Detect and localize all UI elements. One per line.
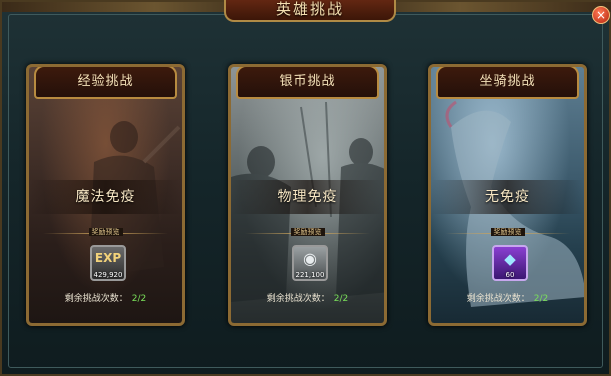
card-title-plate: 坐骑挑战 xyxy=(436,67,579,99)
exp-challenge-card[interactable]: 经验挑战 魔法免疫 奖励预览 EXP 429,920 剩余挑战次数： 2/2 xyxy=(26,64,185,326)
reward-count: 221,100 xyxy=(295,271,325,279)
remaining-value: 2/2 xyxy=(333,294,349,304)
reward-preview-label: 奖励预览 xyxy=(431,227,584,237)
reward-count: 429,920 xyxy=(93,271,123,279)
remaining-label: 剩余挑战次数： xyxy=(266,294,330,304)
remaining-value: 2/2 xyxy=(533,294,549,304)
close-button[interactable]: × xyxy=(592,6,610,24)
remaining-attempts: 剩余挑战次数： 2/2 xyxy=(431,291,584,304)
exp-reward-slot[interactable]: EXP 429,920 xyxy=(90,245,126,281)
card-title-plate: 经验挑战 xyxy=(34,67,177,99)
remaining-attempts: 剩余挑战次数： 2/2 xyxy=(29,291,182,304)
remaining-label: 剩余挑战次数： xyxy=(466,294,530,304)
card-title: 经验挑战 xyxy=(77,74,134,89)
mount-reward-slot[interactable]: ◆ 60 xyxy=(492,245,528,281)
immunity-text: 物理免疫 xyxy=(231,180,384,214)
reward-count: 60 xyxy=(505,271,515,279)
window-title: 英雄挑战 xyxy=(224,0,396,22)
remaining-label: 剩余挑战次数： xyxy=(64,294,128,304)
remaining-value: 2/2 xyxy=(131,294,147,304)
reward-preview-label: 奖励预览 xyxy=(29,227,182,237)
exp-icon: EXP xyxy=(94,251,122,265)
card-title: 坐骑挑战 xyxy=(479,74,536,89)
silver-reward-slot[interactable]: ◉ 221,100 xyxy=(292,245,328,281)
reward-preview-label: 奖励预览 xyxy=(231,227,384,237)
card-title: 银币挑战 xyxy=(279,74,336,89)
mount-crystal-icon: ◆ xyxy=(504,250,516,268)
immunity-text: 无免疫 xyxy=(431,180,584,214)
immunity-text: 魔法免疫 xyxy=(29,180,182,214)
silver-challenge-card[interactable]: 银币挑战 物理免疫 奖励预览 ◉ 221,100 剩余挑战次数： 2/2 xyxy=(228,64,387,326)
remaining-attempts: 剩余挑战次数： 2/2 xyxy=(231,291,384,304)
mount-challenge-card[interactable]: 坐骑挑战 无免疫 奖励预览 ◆ 60 剩余挑战次数： 2/2 xyxy=(428,64,587,326)
card-title-plate: 银币挑战 xyxy=(236,67,379,99)
silver-coin-icon: ◉ xyxy=(303,249,317,268)
hero-challenge-window: 英雄挑战 × 经验挑战 魔法免疫 奖励预览 EXP 429,920 剩余挑战次数… xyxy=(0,0,611,376)
